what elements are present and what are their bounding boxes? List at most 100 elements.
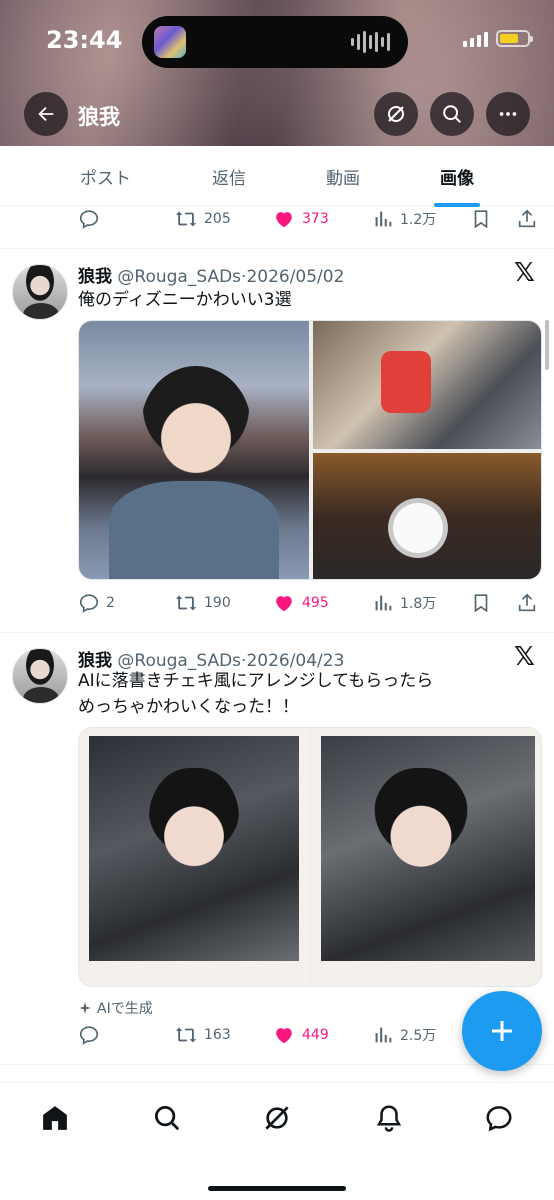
grok-button[interactable] xyxy=(374,92,418,136)
ai-generated-label: AIで生成 xyxy=(78,998,153,1018)
post-actions-previous: 205 373 1.2万 xyxy=(78,204,538,234)
search-button[interactable] xyxy=(430,92,474,136)
repost-count: 190 xyxy=(204,595,231,611)
nav-search[interactable] xyxy=(150,1101,184,1135)
page-title: 狼我 xyxy=(78,105,120,129)
views-button[interactable]: 1.2万 xyxy=(372,204,436,234)
post-divider xyxy=(0,632,554,633)
like-count: 449 xyxy=(302,1027,329,1043)
share-icon xyxy=(518,209,536,228)
more-options-button[interactable] xyxy=(486,92,530,136)
profile-tabs: ポスト 返信 動画 画像 xyxy=(0,146,554,206)
nav-notifications[interactable] xyxy=(372,1101,406,1135)
post-text-line: 俺のディズニーかわいい3選 xyxy=(78,290,292,310)
post-header: 狼我 @Rouga_SADs·2026/05/02 xyxy=(78,267,345,287)
avatar[interactable] xyxy=(12,264,68,320)
bookmark-button[interactable] xyxy=(470,204,492,234)
views-button[interactable]: 1.8万 xyxy=(372,588,436,618)
repost-count: 205 xyxy=(204,211,231,227)
profile-header-banner: 23:44 狼我 xyxy=(0,0,554,146)
sparkle-icon xyxy=(79,1002,91,1014)
like-count: 373 xyxy=(302,211,329,227)
tab-replies[interactable]: 返信 xyxy=(212,164,246,189)
author-name[interactable]: 狼我 xyxy=(78,267,112,287)
scrollbar[interactable] xyxy=(545,320,549,370)
tab-posts[interactable]: ポスト xyxy=(80,164,131,189)
share-icon xyxy=(518,593,536,612)
heart-filled-icon xyxy=(276,1028,292,1044)
status-indicators xyxy=(463,30,533,47)
views-chart-icon xyxy=(375,1027,392,1043)
status-time: 23:44 xyxy=(46,26,123,54)
plus-icon xyxy=(492,1021,512,1041)
nav-home[interactable] xyxy=(38,1101,72,1135)
like-count: 495 xyxy=(302,595,329,611)
bell-icon xyxy=(376,1105,402,1132)
post-image[interactable] xyxy=(313,321,541,449)
post-text-line: AIに落書きチェキ風にアレンジしてもらったら xyxy=(78,671,434,691)
post-text: 俺のディズニーかわいい3選 xyxy=(78,287,518,313)
repost-button[interactable]: 190 xyxy=(174,588,231,618)
tab-videos[interactable]: 動画 xyxy=(326,164,360,189)
repost-icon xyxy=(175,211,197,227)
now-playing-artwork xyxy=(154,26,186,58)
repost-icon xyxy=(175,595,197,611)
heart-filled-icon xyxy=(276,212,292,228)
post-text-line: めっちゃかわいくなった！！ xyxy=(78,697,299,717)
dynamic-island xyxy=(142,16,408,68)
search-icon xyxy=(155,1106,180,1131)
home-icon xyxy=(43,1106,67,1130)
avatar[interactable] xyxy=(12,648,68,704)
post-media-grid[interactable] xyxy=(78,727,542,987)
view-count: 2.5万 xyxy=(400,1028,437,1044)
arrow-left-icon xyxy=(38,106,54,122)
reply-icon xyxy=(79,210,99,229)
repost-icon xyxy=(175,1027,197,1043)
post-image[interactable] xyxy=(79,321,309,579)
nav-grok[interactable] xyxy=(260,1101,294,1135)
nav-messages[interactable] xyxy=(482,1101,516,1135)
view-count: 1.2万 xyxy=(400,212,437,228)
like-button[interactable]: 373 xyxy=(272,204,329,234)
battery-icon xyxy=(496,30,533,47)
author-handle[interactable]: @Rouga_SADs xyxy=(117,267,241,287)
post-date[interactable]: 2026/05/02 xyxy=(246,267,344,287)
share-button[interactable] xyxy=(516,204,538,234)
views-chart-icon xyxy=(375,211,392,227)
share-button[interactable] xyxy=(516,588,538,618)
views-button[interactable]: 2.5万 xyxy=(372,1020,436,1050)
more-dots-icon xyxy=(499,112,517,116)
repost-button[interactable]: 163 xyxy=(174,1020,231,1050)
reply-button[interactable] xyxy=(78,204,100,234)
search-icon xyxy=(443,105,461,123)
post-image[interactable] xyxy=(313,728,541,986)
grok-icon xyxy=(265,1106,289,1130)
bookmark-button[interactable] xyxy=(470,588,492,618)
back-button[interactable] xyxy=(24,92,68,136)
post-image[interactable] xyxy=(79,728,309,986)
like-button[interactable]: 449 xyxy=(272,1020,329,1050)
post-divider xyxy=(0,1064,554,1065)
reply-button[interactable] xyxy=(78,1020,106,1050)
home-indicator xyxy=(208,1186,346,1191)
tab-images[interactable]: 画像 xyxy=(440,164,474,189)
like-button[interactable]: 495 xyxy=(272,588,329,618)
post-image[interactable] xyxy=(313,453,541,579)
repost-count: 163 xyxy=(204,1027,231,1043)
cellular-signal-icon xyxy=(463,31,488,47)
audio-wave-icon xyxy=(351,30,390,54)
bookmark-icon xyxy=(474,594,488,613)
reply-button[interactable]: 2 xyxy=(78,588,115,618)
post-media-grid[interactable] xyxy=(78,320,542,580)
post-text: AIに落書きチェキ風にアレンジしてもらったら めっちゃかわいくなった！！ xyxy=(78,668,518,720)
grok-icon xyxy=(388,106,404,122)
heart-filled-icon xyxy=(276,596,292,612)
repost-button[interactable]: 205 xyxy=(174,204,231,234)
post-actions: 2 190 495 1.8万 xyxy=(78,588,538,618)
bookmark-icon xyxy=(474,210,488,229)
view-count: 1.8万 xyxy=(400,596,437,612)
compose-post-button[interactable] xyxy=(462,991,542,1071)
ai-label-text: AIで生成 xyxy=(97,1001,153,1017)
x-logo-icon: 𝕏 xyxy=(514,258,535,288)
post-divider xyxy=(0,248,554,249)
